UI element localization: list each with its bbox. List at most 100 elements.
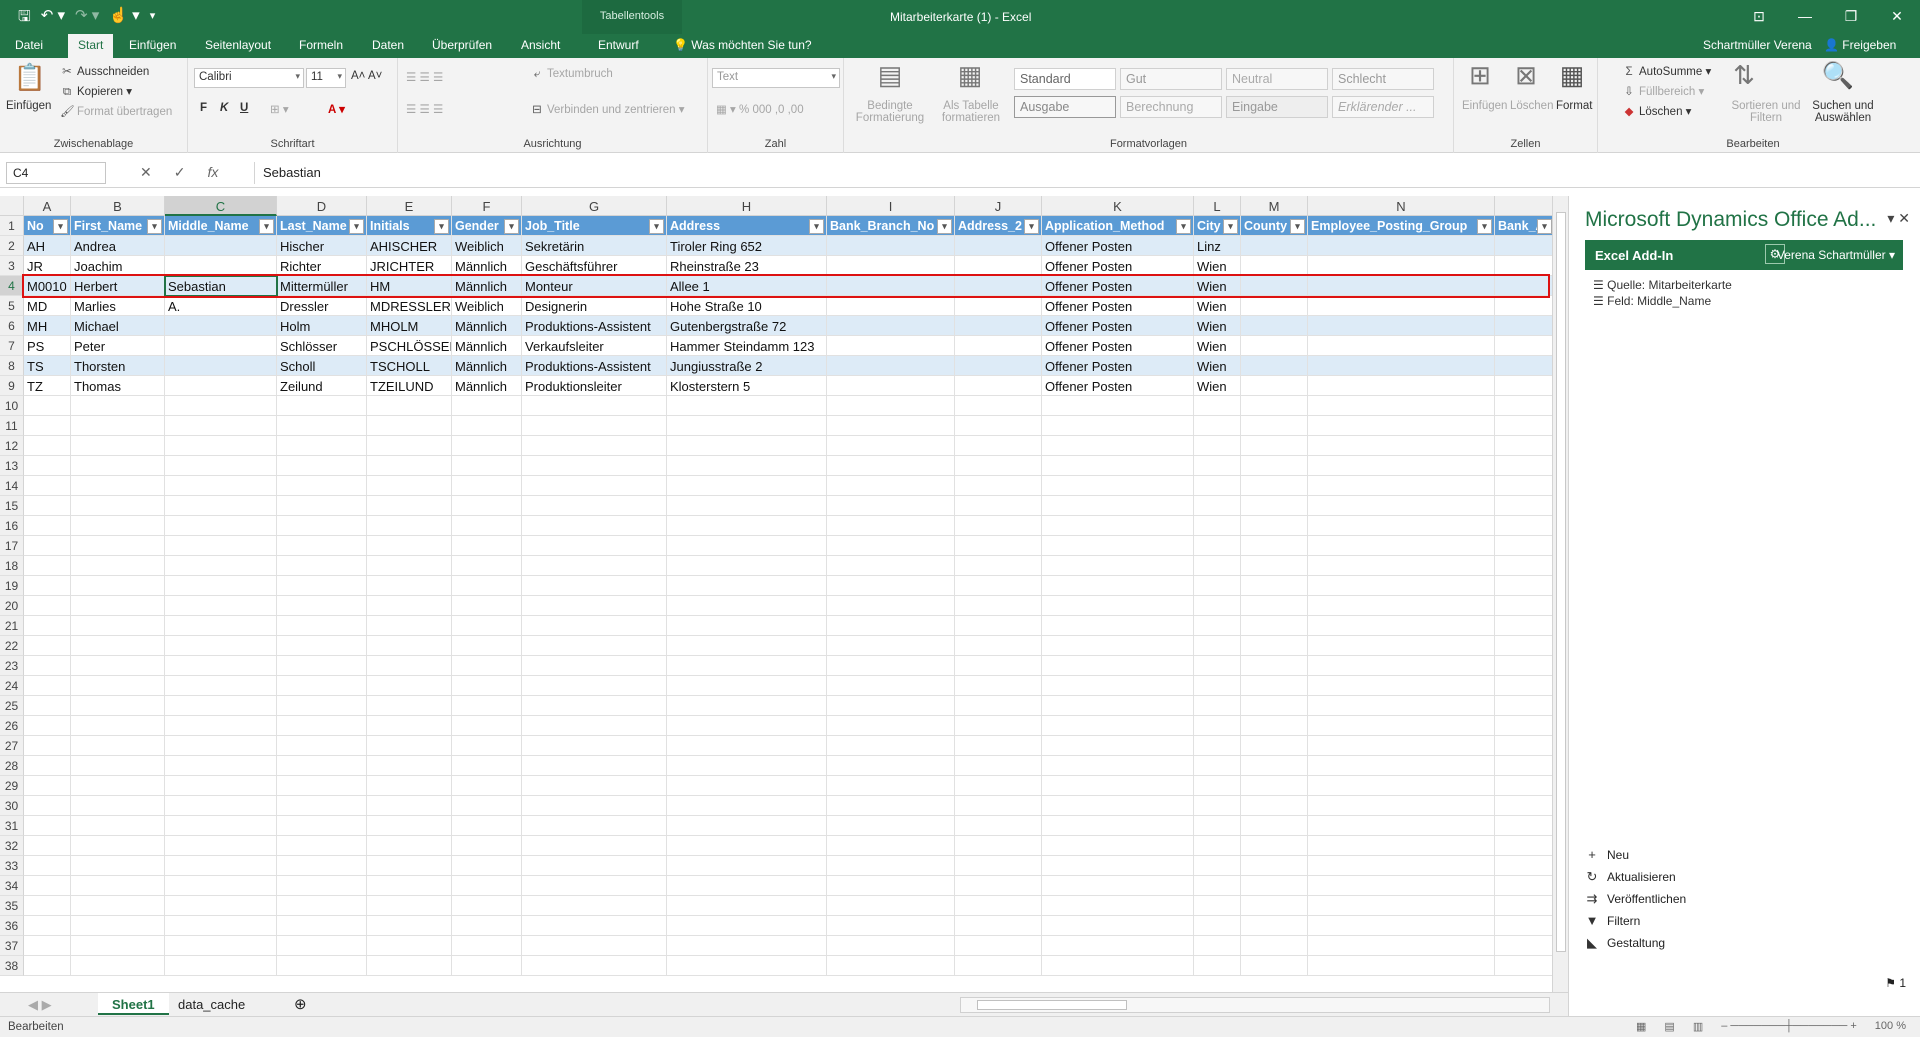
empty-cell[interactable] xyxy=(1194,836,1241,856)
empty-cell[interactable] xyxy=(165,676,277,696)
action-design[interactable]: ◣ Gestaltung xyxy=(1587,935,1665,951)
table-cell[interactable]: Produktions-Assistent xyxy=(522,316,667,336)
empty-cell[interactable] xyxy=(1308,416,1495,436)
empty-cell[interactable] xyxy=(1194,396,1241,416)
empty-cell[interactable] xyxy=(1194,596,1241,616)
row-header[interactable]: 21 xyxy=(0,616,24,636)
column-header-e[interactable]: E xyxy=(367,196,452,216)
empty-cell[interactable] xyxy=(522,516,667,536)
ribbon-display-icon[interactable]: ⊡ xyxy=(1736,0,1782,25)
empty-cell[interactable] xyxy=(71,536,165,556)
table-cell[interactable]: Männlich xyxy=(452,336,522,356)
empty-cell[interactable] xyxy=(452,856,522,876)
table-cell[interactable]: Wien xyxy=(1194,296,1241,316)
empty-cell[interactable] xyxy=(667,596,827,616)
table-cell[interactable]: Rheinstraße 23 xyxy=(667,256,827,276)
page-break-icon[interactable]: ▥ xyxy=(1693,1020,1703,1033)
table-cell[interactable] xyxy=(827,336,955,356)
column-header-a[interactable]: A xyxy=(24,196,71,216)
table-cell[interactable]: Wien xyxy=(1194,256,1241,276)
empty-cell[interactable] xyxy=(1241,596,1308,616)
empty-cell[interactable] xyxy=(522,536,667,556)
empty-cell[interactable] xyxy=(165,876,277,896)
empty-cell[interactable] xyxy=(522,696,667,716)
empty-cell[interactable] xyxy=(71,956,165,976)
empty-cell[interactable] xyxy=(955,576,1042,596)
empty-cell[interactable] xyxy=(1308,496,1495,516)
table-cell[interactable]: Hischer xyxy=(277,236,367,256)
empty-cell[interactable] xyxy=(827,896,955,916)
empty-cell[interactable] xyxy=(1495,676,1552,696)
row-header[interactable]: 19 xyxy=(0,576,24,596)
action-publish[interactable]: ⇉ Veröffentlichen xyxy=(1587,891,1687,907)
empty-cell[interactable] xyxy=(452,776,522,796)
italic-button[interactable]: K xyxy=(220,102,228,114)
empty-cell[interactable] xyxy=(367,656,452,676)
empty-cell[interactable] xyxy=(24,416,71,436)
empty-cell[interactable] xyxy=(1308,596,1495,616)
confirm-icon[interactable]: ✓ xyxy=(174,164,186,181)
empty-cell[interactable] xyxy=(1042,956,1194,976)
empty-cell[interactable] xyxy=(667,916,827,936)
empty-cell[interactable] xyxy=(71,516,165,536)
empty-cell[interactable] xyxy=(1194,556,1241,576)
empty-cell[interactable] xyxy=(1495,796,1552,816)
scroll-thumb[interactable] xyxy=(1556,212,1566,952)
empty-cell[interactable] xyxy=(277,876,367,896)
column-header-k[interactable]: K xyxy=(1042,196,1194,216)
row-header[interactable]: 3 xyxy=(0,256,24,276)
row-header[interactable]: 2 xyxy=(0,236,24,256)
empty-cell[interactable] xyxy=(277,896,367,916)
table-cell[interactable]: TZ xyxy=(24,376,71,396)
empty-cell[interactable] xyxy=(277,836,367,856)
empty-cell[interactable] xyxy=(165,776,277,796)
empty-cell[interactable] xyxy=(277,916,367,936)
table-cell[interactable] xyxy=(827,296,955,316)
table-cell[interactable]: Dressler xyxy=(277,296,367,316)
cancel-icon[interactable]: ✕ xyxy=(140,164,152,181)
zoom-level[interactable]: 100 % xyxy=(1875,1020,1906,1033)
format-painter-button[interactable]: 🖌 Format übertragen xyxy=(60,104,172,118)
empty-cell[interactable] xyxy=(71,436,165,456)
empty-cell[interactable] xyxy=(1194,696,1241,716)
table-cell[interactable]: Zeilund xyxy=(277,376,367,396)
empty-cell[interactable] xyxy=(452,696,522,716)
empty-cell[interactable] xyxy=(1194,756,1241,776)
empty-cell[interactable] xyxy=(955,476,1042,496)
empty-cell[interactable] xyxy=(1495,516,1552,536)
empty-cell[interactable] xyxy=(827,596,955,616)
empty-cell[interactable] xyxy=(827,936,955,956)
empty-cell[interactable] xyxy=(367,416,452,436)
empty-cell[interactable] xyxy=(1495,716,1552,736)
empty-cell[interactable] xyxy=(827,416,955,436)
empty-cell[interactable] xyxy=(827,676,955,696)
row-header[interactable]: 12 xyxy=(0,436,24,456)
empty-cell[interactable] xyxy=(452,736,522,756)
empty-cell[interactable] xyxy=(1042,816,1194,836)
table-cell[interactable]: Tiroler Ring 652 xyxy=(667,236,827,256)
table-cell[interactable]: JR xyxy=(24,256,71,276)
worksheet-grid[interactable]: ABCDEFGHIJKLMN 1 2 3 4 5 6 7 8 9 10 11 12 13 14 15 16 17… xyxy=(0,196,1552,992)
horizontal-scrollbar[interactable] xyxy=(960,997,1550,1013)
empty-cell[interactable] xyxy=(1241,716,1308,736)
empty-cell[interactable] xyxy=(24,776,71,796)
empty-cell[interactable] xyxy=(955,956,1042,976)
empty-cell[interactable] xyxy=(1308,656,1495,676)
empty-cell[interactable] xyxy=(1308,736,1495,756)
empty-cell[interactable] xyxy=(1308,576,1495,596)
empty-cell[interactable] xyxy=(667,576,827,596)
clear-button[interactable]: ◆ Löschen ▾ xyxy=(1622,104,1692,118)
row-header[interactable]: 27 xyxy=(0,736,24,756)
format-as-table-button[interactable]: Als Tabelle formatieren xyxy=(936,100,1006,124)
action-refresh[interactable]: ↻ Aktualisieren xyxy=(1587,869,1676,885)
empty-cell[interactable] xyxy=(367,496,452,516)
empty-cell[interactable] xyxy=(277,676,367,696)
empty-cell[interactable] xyxy=(955,896,1042,916)
empty-cell[interactable] xyxy=(522,636,667,656)
style-neutral[interactable]: Neutral xyxy=(1226,68,1328,90)
empty-cell[interactable] xyxy=(955,396,1042,416)
table-cell[interactable]: Thorsten xyxy=(71,356,165,376)
table-cell[interactable]: TS xyxy=(24,356,71,376)
column-header-d[interactable]: D xyxy=(277,196,367,216)
empty-cell[interactable] xyxy=(165,836,277,856)
